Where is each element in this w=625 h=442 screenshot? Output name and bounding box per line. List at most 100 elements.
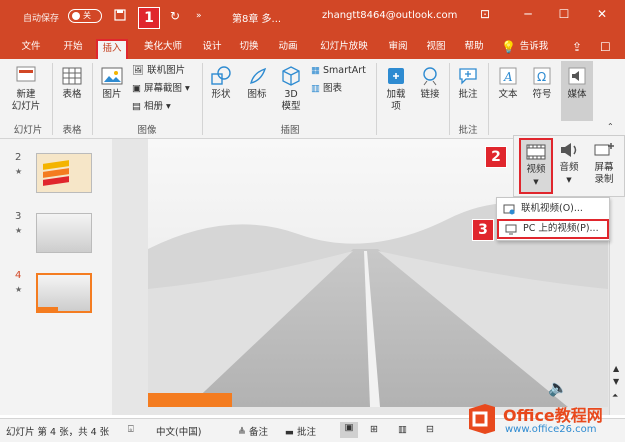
group-comments-label: 批注 (458, 125, 478, 136)
tab-review[interactable]: 审阅 (382, 39, 414, 59)
picture-label: 图片 (102, 89, 122, 100)
screen-recording-button[interactable]: 屏幕 录制 (586, 140, 622, 186)
comments-icon: ▬ (285, 427, 294, 438)
pc-video-icon (505, 224, 517, 235)
smartart-label: SmartArt (323, 65, 366, 76)
audio-label: 音频 (559, 162, 579, 173)
chart-button[interactable]: ▥ 图表 (311, 83, 342, 95)
tab-home[interactable]: 开始 (56, 39, 90, 59)
save-icon[interactable] (114, 9, 126, 24)
tab-beautify[interactable]: 美化大师 (138, 39, 188, 59)
tab-design[interactable]: 设计 (196, 39, 228, 59)
document-title: 第8章 多... (232, 14, 282, 25)
pc-video-label: PC 上的视频(P)... (523, 223, 599, 234)
symbol-button[interactable]: Ω 符号 (526, 65, 558, 101)
tab-file[interactable]: 文件 (14, 39, 48, 59)
share-icon[interactable]: ⇪ (572, 40, 582, 54)
separator (92, 63, 93, 135)
new-slide-label: 新建 幻灯片 (11, 89, 41, 112)
slide-thumbnail-4[interactable] (36, 273, 92, 313)
tell-me-search[interactable]: 告诉我 (514, 39, 554, 59)
media-label: 媒体 (567, 89, 587, 100)
slide-transition-star: ★ (15, 167, 23, 176)
separator (449, 63, 450, 135)
slide-thumbnail-panel: 2 ★ 3 ★ 4 ★ (0, 139, 112, 415)
slide-transition-star: ★ (15, 285, 23, 294)
comment-panel-icon[interactable]: ☐ (600, 40, 611, 54)
notes-button[interactable]: ≜ 备注 (238, 424, 268, 438)
link-button[interactable]: 链接 (414, 65, 446, 101)
title-bar: 自动保存 关 1 ↻ » 第8章 多... zhangtt8464@outloo… (0, 0, 625, 34)
album-button[interactable]: ▤ 相册 ▾ (132, 101, 171, 113)
tab-help[interactable]: 帮助 (458, 39, 490, 59)
icons-button[interactable]: 图标 (241, 65, 273, 101)
minimize-icon[interactable]: ─ (520, 7, 536, 21)
slideshow-view-icon[interactable]: ⊟ (426, 424, 434, 435)
language-status[interactable]: 中文(中国) (156, 424, 201, 438)
maximize-icon[interactable]: ☐ (556, 7, 572, 21)
media-button[interactable]: 媒体 (561, 61, 593, 121)
slide-orange-bar (148, 393, 232, 407)
menu-item-pc-video[interactable]: PC 上的视频(P)... (497, 219, 609, 239)
shapes-label: 形状 (211, 89, 231, 100)
tab-transitions[interactable]: 切换 (233, 39, 265, 59)
smartart-button[interactable]: ▦ SmartArt (311, 65, 366, 77)
tab-insert[interactable]: 插入 (96, 39, 128, 59)
online-picture-button[interactable]: 🖼 联机图片 (132, 65, 185, 77)
addins-button[interactable]: 加载 项 (380, 65, 412, 113)
autosave-label: 自动保存 (23, 14, 60, 24)
tab-slideshow[interactable]: 幻灯片放映 (314, 39, 374, 59)
callout-3: 3 (472, 219, 494, 241)
comment-button[interactable]: 批注 (452, 65, 484, 101)
menu-item-online-video[interactable]: 联机视频(O)... (497, 199, 609, 219)
ribbon: 新建 幻灯片 幻灯片 表格 表格 图片 🖼 联机图片 ▣ 屏幕截图 ▾ ▤ 相册… (0, 59, 625, 139)
new-slide-button[interactable]: 新建 幻灯片 (6, 65, 46, 113)
tab-animations[interactable]: 动画 (272, 39, 304, 59)
scroll-up-icon[interactable]: ▲ (613, 364, 619, 373)
callout-1: 1 (138, 7, 160, 29)
watermark-url: www.office26.com (505, 424, 597, 435)
online-video-label: 联机视频(O)... (521, 203, 583, 214)
account-name[interactable]: zhangtt8464@outlook.com (322, 10, 457, 21)
slide-thumbnail-2[interactable] (36, 153, 92, 193)
tab-view[interactable]: 视图 (420, 39, 452, 59)
slide-thumbnail-3[interactable] (36, 213, 92, 253)
scroll-down-icon[interactable]: ▼ (613, 377, 619, 386)
table-label: 表格 (62, 89, 82, 100)
normal-view-icon[interactable]: ▣ (340, 422, 358, 438)
slide-number-2: 2 (15, 152, 22, 163)
autosave-toggle[interactable]: 关 (68, 9, 102, 23)
close-icon[interactable]: ✕ (594, 7, 610, 21)
text-button[interactable]: A 文本 (492, 65, 524, 101)
ribbon-display-icon[interactable]: ⊡ (477, 7, 493, 21)
icons-label: 图标 (247, 89, 267, 100)
slide-number-4: 4 (15, 270, 22, 281)
chart-icon: ▥ (311, 83, 320, 94)
collapse-ribbon-icon[interactable]: ⌃ (607, 121, 614, 133)
screenshot-button[interactable]: ▣ 屏幕截图 ▾ (132, 83, 190, 95)
watermark-logo: Office教程网 www.office26.com (465, 396, 625, 442)
group-tables-label: 表格 (62, 125, 82, 136)
redo-icon[interactable]: ↻ (170, 9, 180, 23)
media-gallery: 视频 ▼ 音频 ▼ 屏幕 录制 (513, 135, 625, 197)
album-icon: ▤ (132, 101, 141, 112)
separator (488, 63, 489, 135)
video-button[interactable]: 视频 ▼ (519, 138, 553, 194)
comments-button[interactable]: ▬ 批注 (285, 424, 316, 438)
video-dropdown-menu: 联机视频(O)... PC 上的视频(P)... (496, 197, 610, 241)
shapes-button[interactable]: 形状 (205, 65, 237, 101)
reading-view-icon[interactable]: ▥ (398, 424, 407, 435)
customize-qat-icon[interactable]: » (196, 9, 202, 23)
slide-sorter-icon[interactable]: ⊞ (370, 424, 378, 435)
smartart-icon: ▦ (311, 65, 320, 76)
spellcheck-icon[interactable]: ⌺ (128, 424, 134, 435)
audio-button[interactable]: 音频 ▼ (554, 140, 584, 186)
ribbon-tabs: 文件 开始 插入 美化大师 设计 切换 动画 幻灯片放映 审阅 视图 帮助 💡 … (0, 34, 625, 59)
3d-model-label: 3D 模型 (281, 89, 301, 112)
table-button[interactable]: 表格 (56, 65, 88, 101)
online-video-icon (503, 204, 515, 215)
svg-text:Ω: Ω (537, 70, 546, 84)
3d-model-button[interactable]: 3D 模型 (275, 65, 307, 113)
speaker-icon: 🔈 (548, 378, 568, 397)
picture-button[interactable]: 图片 (96, 65, 128, 101)
